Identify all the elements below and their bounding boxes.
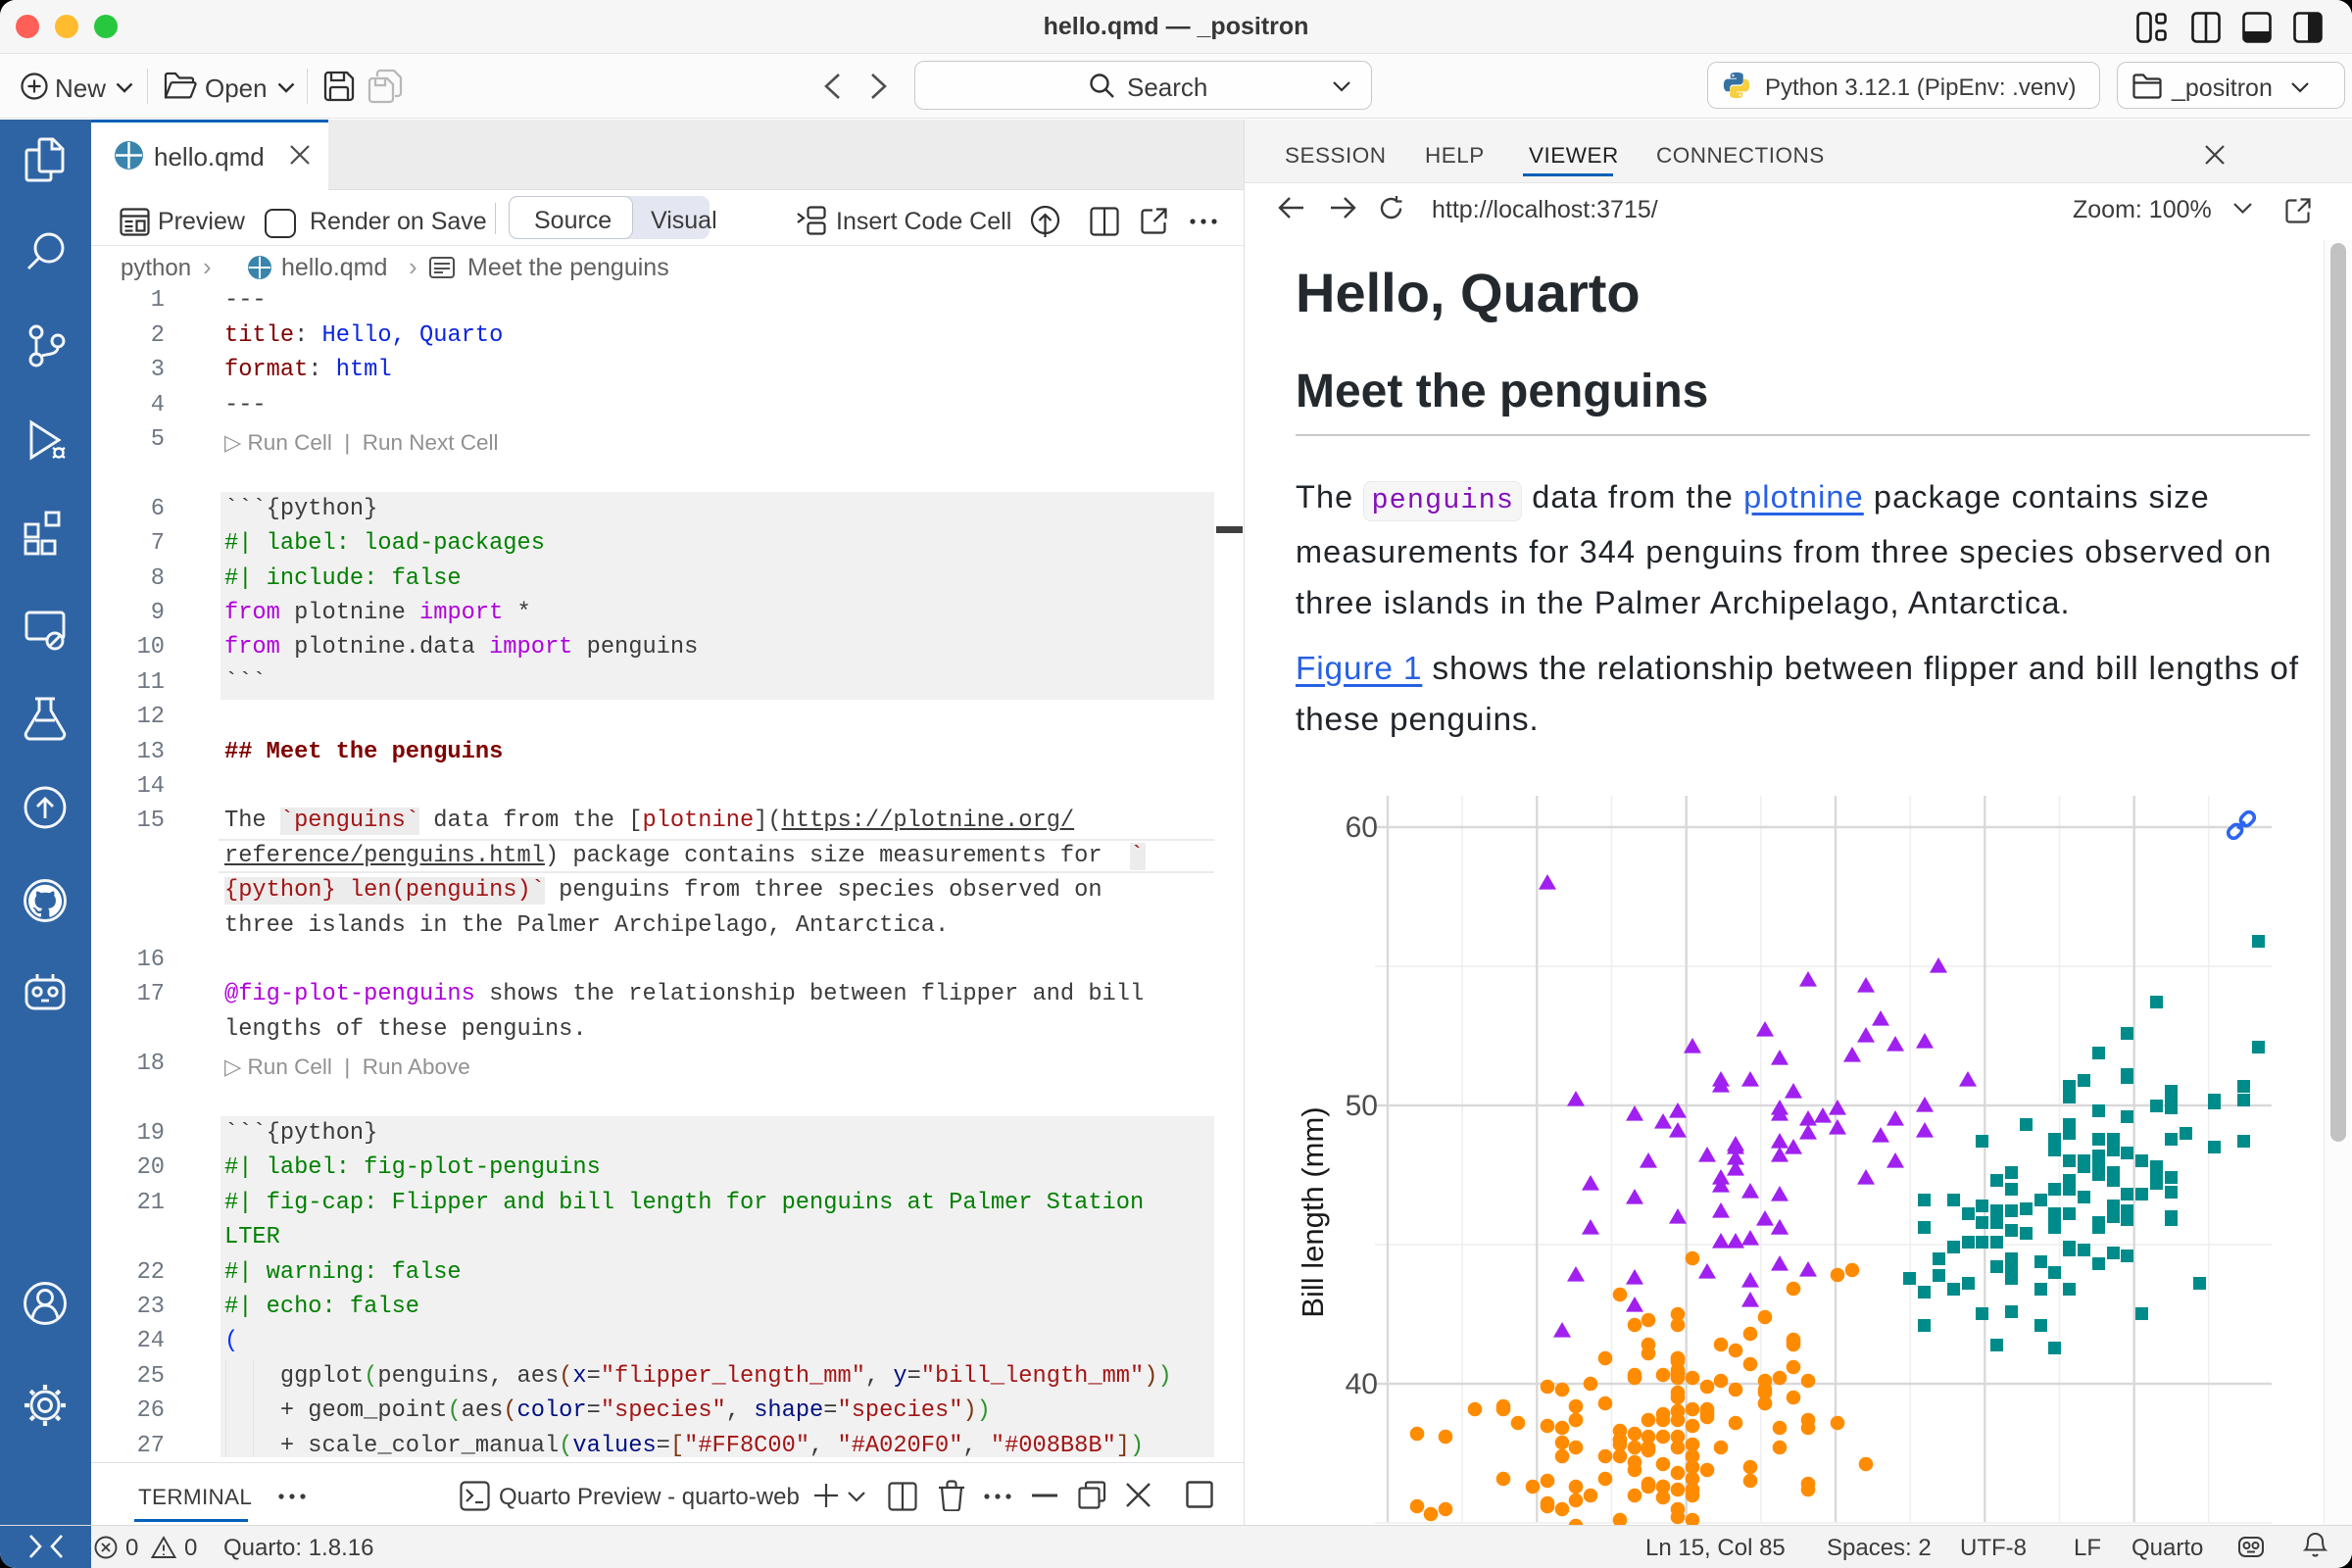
svg-text:60: 60 <box>1346 811 1378 844</box>
svg-text:Bill length (mm): Bill length (mm) <box>1296 1106 1330 1317</box>
svg-text:40: 40 <box>1346 1368 1378 1400</box>
svg-text:50: 50 <box>1346 1090 1378 1122</box>
